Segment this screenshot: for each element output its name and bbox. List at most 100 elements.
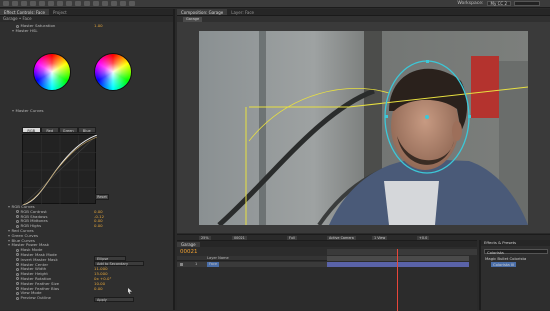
tab-project[interactable]: Project (49, 9, 71, 15)
text-tool-icon[interactable] (84, 1, 90, 6)
composition-tabs: Composition: Garage Layer: Face (177, 9, 550, 16)
property-label: Master Curves (15, 108, 44, 113)
stopwatch-icon[interactable] (16, 219, 19, 223)
stopwatch-icon[interactable] (16, 272, 19, 276)
curve-tab-rgb[interactable]: RGB (22, 127, 41, 133)
work-area-bar[interactable] (327, 256, 469, 261)
camera-dropdown[interactable]: Active Camera (327, 235, 356, 240)
composition-breadcrumb: Garage (177, 16, 550, 22)
time-ruler[interactable] (327, 249, 477, 255)
stopwatch-icon[interactable] (16, 210, 19, 214)
composition-panel: Composition: Garage Layer: Face Garage (177, 9, 550, 233)
twirl-down-icon[interactable] (12, 110, 14, 112)
workspace-switcher: Workspace: My CC 2 (457, 1, 540, 6)
stopwatch-icon[interactable] (16, 253, 19, 257)
tab-effect-controls[interactable]: Effect Controls: Face (0, 9, 49, 15)
visibility-eye-icon[interactable] (180, 263, 183, 266)
view-mode-dropdown[interactable]: Apply (94, 297, 134, 302)
timeline-timecode[interactable]: 00021 (180, 249, 198, 255)
help-search-input[interactable] (514, 1, 540, 6)
layer-name[interactable]: Face (207, 262, 220, 267)
current-time-indicator[interactable] (397, 249, 398, 311)
composition-viewer[interactable] (199, 31, 528, 225)
hue-wheel-master[interactable] (94, 53, 132, 91)
stopwatch-icon[interactable] (16, 263, 19, 267)
exposure-value[interactable]: +0.0 (417, 235, 430, 240)
property-label: Preview Outline (20, 295, 51, 301)
curve-channel-tabs: RGB Red Green Blue (22, 127, 96, 133)
stopwatch-icon[interactable] (16, 282, 19, 286)
twirl-down-icon[interactable] (8, 206, 10, 208)
pan-tool-icon[interactable] (57, 1, 63, 6)
workspace-label: Workspace: (457, 1, 484, 6)
tab-composition-garage[interactable]: Composition: Garage (177, 9, 228, 15)
selection-tool-icon[interactable] (12, 1, 18, 6)
effect-item-label: Colorista III (491, 262, 517, 267)
layer-row[interactable]: 1 Face (177, 262, 327, 267)
stopwatch-icon[interactable] (16, 291, 19, 295)
curves-graph-svg (22, 134, 98, 206)
magnification-dropdown[interactable]: 25% (199, 235, 211, 240)
toolbar: Workspace: My CC 2 (0, 0, 550, 8)
stopwatch-icon[interactable] (16, 248, 19, 252)
effect-category[interactable]: Magic Bullet Colorista (485, 256, 526, 261)
camera-tool-icon[interactable] (48, 1, 54, 6)
layer-name-header[interactable]: Layer Name (207, 256, 229, 261)
property-label: Master HSL (15, 27, 38, 33)
effects-presets-panel: Effects & Presets Colorista Magic Bullet… (479, 240, 550, 310)
brush-tool-icon[interactable] (93, 1, 99, 6)
property-row[interactable]: Master HSL (0, 27, 173, 34)
property-row[interactable]: Master Curves (0, 108, 173, 114)
rotate-tool-icon[interactable] (39, 1, 45, 6)
stopwatch-icon[interactable] (16, 296, 19, 300)
stopwatch-icon[interactable] (16, 277, 19, 281)
pen-tool-icon[interactable] (75, 1, 81, 6)
timeline-panel: Garage 00021 Layer Name 1 Face (177, 240, 477, 311)
stopwatch-icon[interactable] (16, 215, 19, 219)
layer-column-headers: Layer Name (177, 256, 327, 261)
effects-presets-title[interactable]: Effects & Presets (481, 240, 550, 246)
layer-number: 1 (195, 262, 198, 266)
home-icon[interactable] (3, 1, 9, 6)
hand-tool-icon[interactable] (21, 1, 27, 6)
zoom-tool-icon[interactable] (30, 1, 36, 6)
curve-tab-blue[interactable]: Blue (77, 127, 96, 133)
composition-chip[interactable]: Garage (183, 17, 203, 22)
twirl-down-icon[interactable] (8, 229, 10, 232)
viewer-image (199, 31, 528, 225)
clone-tool-icon[interactable] (102, 1, 108, 6)
mask-tool-icon[interactable] (66, 1, 72, 6)
tab-timeline-garage[interactable]: Garage (177, 242, 200, 247)
stopwatch-icon[interactable] (16, 287, 19, 291)
twirl-down-icon[interactable] (8, 244, 10, 247)
stopwatch-icon[interactable] (16, 267, 19, 271)
twirl-down-icon[interactable] (8, 239, 10, 242)
effect-item[interactable]: Colorista III (491, 262, 517, 267)
views-dropdown[interactable]: 1 View (372, 235, 388, 240)
hue-wheel-shadows[interactable] (33, 53, 71, 91)
reset-curves-button[interactable]: Reset (95, 194, 109, 200)
roto-brush-tool-icon[interactable] (120, 1, 126, 6)
current-time-display[interactable]: 00021 (232, 235, 247, 240)
twirl-down-icon[interactable] (8, 234, 10, 237)
effect-controls-subheader: Garage • Face (0, 16, 173, 22)
workspace-select[interactable]: My CC 2 (486, 1, 511, 6)
twirl-down-icon[interactable] (12, 29, 14, 32)
left-panel-tabs: Effect Controls: Face Project (0, 9, 173, 16)
master-mask-mode-dropdown[interactable]: Add to Secondary (94, 261, 144, 266)
tab-layer-face[interactable]: Layer: Face (227, 9, 258, 15)
viewer-controls-bar: 25% 00021 Full Active Camera 1 View +0.0 (177, 234, 550, 240)
curve-tab-red[interactable]: Red (40, 127, 59, 133)
eraser-tool-icon[interactable] (111, 1, 117, 6)
stopwatch-icon[interactable] (16, 258, 19, 262)
effect-controls-panel: Effect Controls: Face Project Garage • F… (0, 9, 175, 310)
timeline-tabs: Garage (177, 241, 477, 247)
puppet-tool-icon[interactable] (129, 1, 135, 6)
layer-duration-bar[interactable] (327, 262, 469, 267)
resolution-dropdown[interactable]: Full (287, 235, 297, 240)
curves-graph[interactable] (22, 134, 98, 206)
property-row[interactable]: Preview Outline (0, 295, 173, 301)
curve-tab-green[interactable]: Green (59, 127, 78, 133)
effect-properties-list: RGB Curves RGB Contrast 0.00 RGB Shadows -0.… (0, 204, 173, 301)
effects-search-value: Colorista (487, 250, 504, 255)
